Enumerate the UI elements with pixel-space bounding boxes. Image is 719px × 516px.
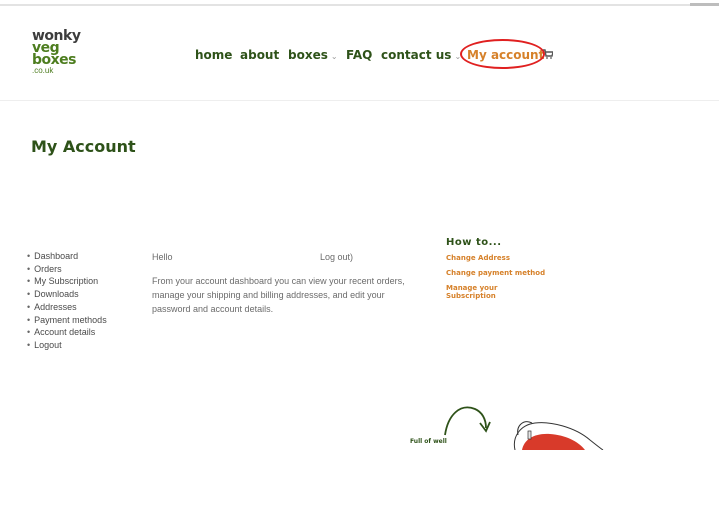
site-header: wonky veg boxes .co.uk home about boxes ⌄… <box>0 12 719 101</box>
nav-contact-label: contact us <box>381 48 452 62</box>
top-border <box>0 4 719 6</box>
greeting-line: Hello Log out) <box>152 250 422 264</box>
howto-sidebar: How to... Change Address Change payment … <box>446 237 545 307</box>
chevron-down-icon: ⌄ <box>330 52 338 61</box>
account-nav-payment-methods[interactable]: Payment methods <box>27 314 107 327</box>
howto-manage-subscription-link[interactable]: Manage your Subscription <box>446 284 516 300</box>
account-nav-orders[interactable]: Orders <box>27 263 107 276</box>
nav-contact[interactable]: contact us ⌄ <box>381 48 461 62</box>
apple-body <box>522 433 585 450</box>
account-nav-logout[interactable]: Logout <box>27 339 107 352</box>
nav-about[interactable]: about <box>240 48 279 62</box>
howto-change-address-link[interactable]: Change Address <box>446 254 545 262</box>
scroll-indicator <box>690 3 719 6</box>
illustration-caption: Full of well <box>410 438 447 445</box>
account-nav-addresses[interactable]: Addresses <box>27 301 107 314</box>
account-nav-downloads[interactable]: Downloads <box>27 288 107 301</box>
nav-faq[interactable]: FAQ <box>346 48 372 62</box>
site-logo[interactable]: wonky veg boxes .co.uk <box>32 29 81 75</box>
nav-boxes[interactable]: boxes ⌄ <box>288 48 338 62</box>
logout-link[interactable]: Log out) <box>320 250 353 264</box>
curved-arrow-icon <box>444 406 487 436</box>
dashboard-content: Hello Log out) From your account dashboa… <box>152 250 422 316</box>
page-title: My Account <box>31 137 136 156</box>
howto-change-payment-link[interactable]: Change payment method <box>446 269 545 277</box>
logo-word-boxes: boxes <box>32 52 77 68</box>
account-nav-subscription[interactable]: My Subscription <box>27 275 107 288</box>
account-navigation: Dashboard Orders My Subscription Downloa… <box>27 250 107 352</box>
dashboard-description: From your account dashboard you can view… <box>152 276 405 314</box>
howto-title: How to... <box>446 237 502 248</box>
highlight-circle <box>460 39 545 69</box>
account-nav-dashboard[interactable]: Dashboard <box>27 250 107 263</box>
account-nav-account-details[interactable]: Account details <box>27 326 107 339</box>
greeting-text: Hello <box>152 252 173 262</box>
nav-boxes-label: boxes <box>288 48 328 62</box>
nav-home[interactable]: home <box>195 48 232 62</box>
